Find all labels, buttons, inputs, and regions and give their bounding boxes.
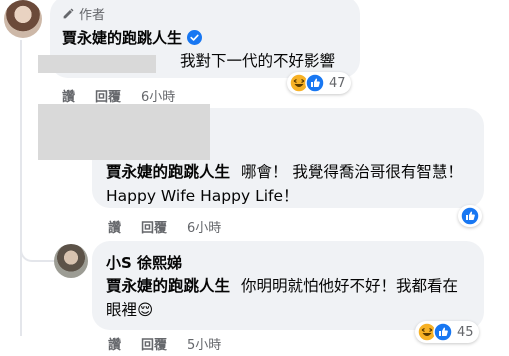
comment-author[interactable]: 賈永婕的跑跳人生 [62,27,203,48]
thread-elbow [20,232,54,262]
redacted-block [38,104,210,160]
timestamp[interactable]: 6小時 [187,217,221,236]
reply-button[interactable]: 回覆 [141,334,167,353]
like-button[interactable]: 讚 [108,334,121,353]
timestamp[interactable]: 5小時 [187,334,221,353]
comment-actions: 讚 回覆 6小時 [108,217,221,236]
comment-text: 我對下一代的不好影響 [180,52,336,70]
author-name[interactable]: 小S 徐熙娣 [106,252,182,273]
thread-line [20,40,22,336]
timestamp[interactable]: 6小時 [141,86,175,105]
reaction-count: 47 [329,75,346,91]
reaction-summary[interactable]: 45 [415,321,479,343]
reaction-summary[interactable] [458,205,482,227]
comment-author[interactable]: 小S 徐熙娣 [106,252,182,273]
like-reaction-icon [433,322,453,342]
like-reaction-icon [305,73,325,93]
reaction-count: 45 [457,324,474,340]
author-tag-label: 作者 [79,8,106,23]
redacted-block [38,55,156,73]
comment-actions: 讚 回覆 6小時 [62,86,175,105]
comment-text: 賈永婕的跑跳人生 你明明就怕他好不好！我都看在眼裡😌 [106,274,466,322]
verified-badge-icon [187,30,203,45]
avatar[interactable] [54,244,88,278]
reply-button[interactable]: 回覆 [141,217,167,236]
author-tag: 作者 [62,4,105,23]
pencil-icon [63,8,74,19]
mention-link[interactable]: 賈永婕的跑跳人生 [106,277,230,295]
like-button[interactable]: 讚 [108,217,121,236]
author-name[interactable]: 賈永婕的跑跳人生 [62,27,182,48]
reply-button[interactable]: 回覆 [95,86,121,105]
avatar[interactable] [4,0,42,38]
comment-text: 賈永婕的跑跳人生 哪會！ 我覺得喬治哥很有智慧！ Happy Wife Happ… [106,160,472,208]
like-reaction-icon [460,206,480,226]
author-name[interactable]: 賈永婕的跑跳人生 [106,163,230,181]
comment-actions: 讚 回覆 5小時 [108,334,221,353]
like-button[interactable]: 讚 [62,86,75,105]
reaction-summary[interactable]: 47 [287,72,351,94]
